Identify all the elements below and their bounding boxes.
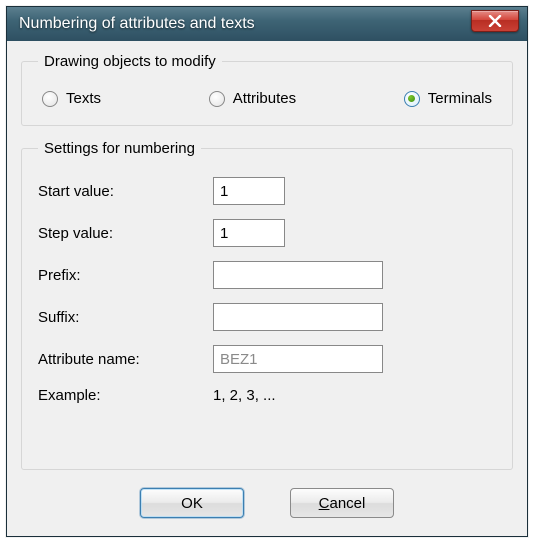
cancel-mnemonic: C: [319, 495, 330, 512]
dialog-window: Numbering of attributes and texts Drawin…: [6, 6, 528, 537]
suffix-input[interactable]: [213, 303, 383, 331]
radio-row: Texts Attributes Terminals: [38, 84, 496, 109]
cancel-rest: ancel: [329, 495, 365, 512]
modify-legend: Drawing objects to modify: [38, 53, 222, 70]
step-value-input[interactable]: [213, 219, 285, 247]
client-area: Drawing objects to modify Texts Attribut…: [7, 41, 527, 536]
close-icon: [488, 15, 502, 27]
radio-label: Terminals: [428, 90, 492, 107]
ok-button[interactable]: OK: [140, 488, 244, 518]
example-value: 1, 2, 3, ...: [213, 387, 383, 404]
radio-terminals[interactable]: Terminals: [404, 90, 492, 107]
window-title: Numbering of attributes and texts: [19, 15, 471, 33]
suffix-label: Suffix:: [38, 309, 213, 326]
radio-label: Attributes: [233, 90, 296, 107]
radio-attributes[interactable]: Attributes: [209, 90, 296, 107]
title-bar: Numbering of attributes and texts: [7, 7, 527, 41]
radio-label: Texts: [66, 90, 101, 107]
cancel-button[interactable]: Cancel: [290, 488, 394, 518]
settings-legend: Settings for numbering: [38, 140, 201, 157]
example-label: Example:: [38, 387, 213, 404]
prefix-label: Prefix:: [38, 267, 213, 284]
attribute-name-label: Attribute name:: [38, 351, 213, 368]
start-value-label: Start value:: [38, 183, 213, 200]
radio-icon: [404, 91, 420, 107]
radio-texts[interactable]: Texts: [42, 90, 101, 107]
radio-icon: [42, 91, 58, 107]
radio-icon: [209, 91, 225, 107]
modify-groupbox: Drawing objects to modify Texts Attribut…: [21, 53, 513, 126]
step-value-label: Step value:: [38, 225, 213, 242]
settings-groupbox: Settings for numbering Start value: Step…: [21, 140, 513, 470]
button-row: OK Cancel: [21, 484, 513, 522]
settings-grid: Start value: Step value: Prefix: Suffix:…: [38, 171, 496, 404]
prefix-input[interactable]: [213, 261, 383, 289]
start-value-input[interactable]: [213, 177, 285, 205]
attribute-name-input: [213, 345, 383, 373]
close-button[interactable]: [471, 10, 519, 32]
